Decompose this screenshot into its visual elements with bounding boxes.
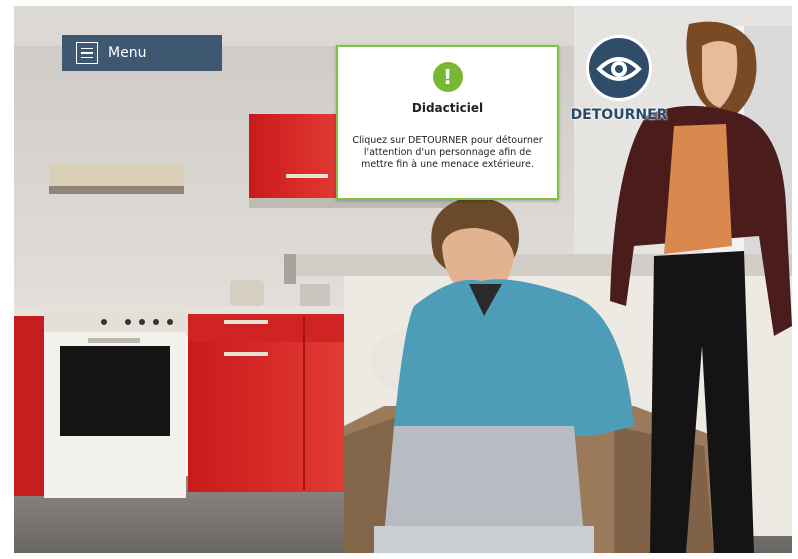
detourner-label: DETOURNER [570, 107, 668, 123]
eye-icon[interactable] [586, 35, 652, 101]
game-viewport: Menu ! Didacticiel Cliquez sur DETOURNER… [14, 6, 792, 553]
tutorial-popup: ! Didacticiel Cliquez sur DETOURNER pour… [336, 45, 559, 200]
laptop [384, 426, 584, 536]
toaster [230, 280, 264, 306]
left-cabinet [14, 316, 44, 496]
oven-window [60, 346, 170, 436]
menu-label: Menu [108, 45, 147, 61]
tutorial-title: Didacticiel [411, 101, 484, 115]
upper-cabinet [249, 114, 339, 200]
tutorial-text: Cliquez sur DETOURNER pour détourner l'a… [352, 135, 543, 170]
exclamation-icon: ! [432, 62, 463, 92]
menu-button[interactable]: Menu [62, 35, 222, 71]
detourner-button[interactable]: DETOURNER [566, 35, 686, 135]
hamburger-icon [76, 42, 98, 64]
